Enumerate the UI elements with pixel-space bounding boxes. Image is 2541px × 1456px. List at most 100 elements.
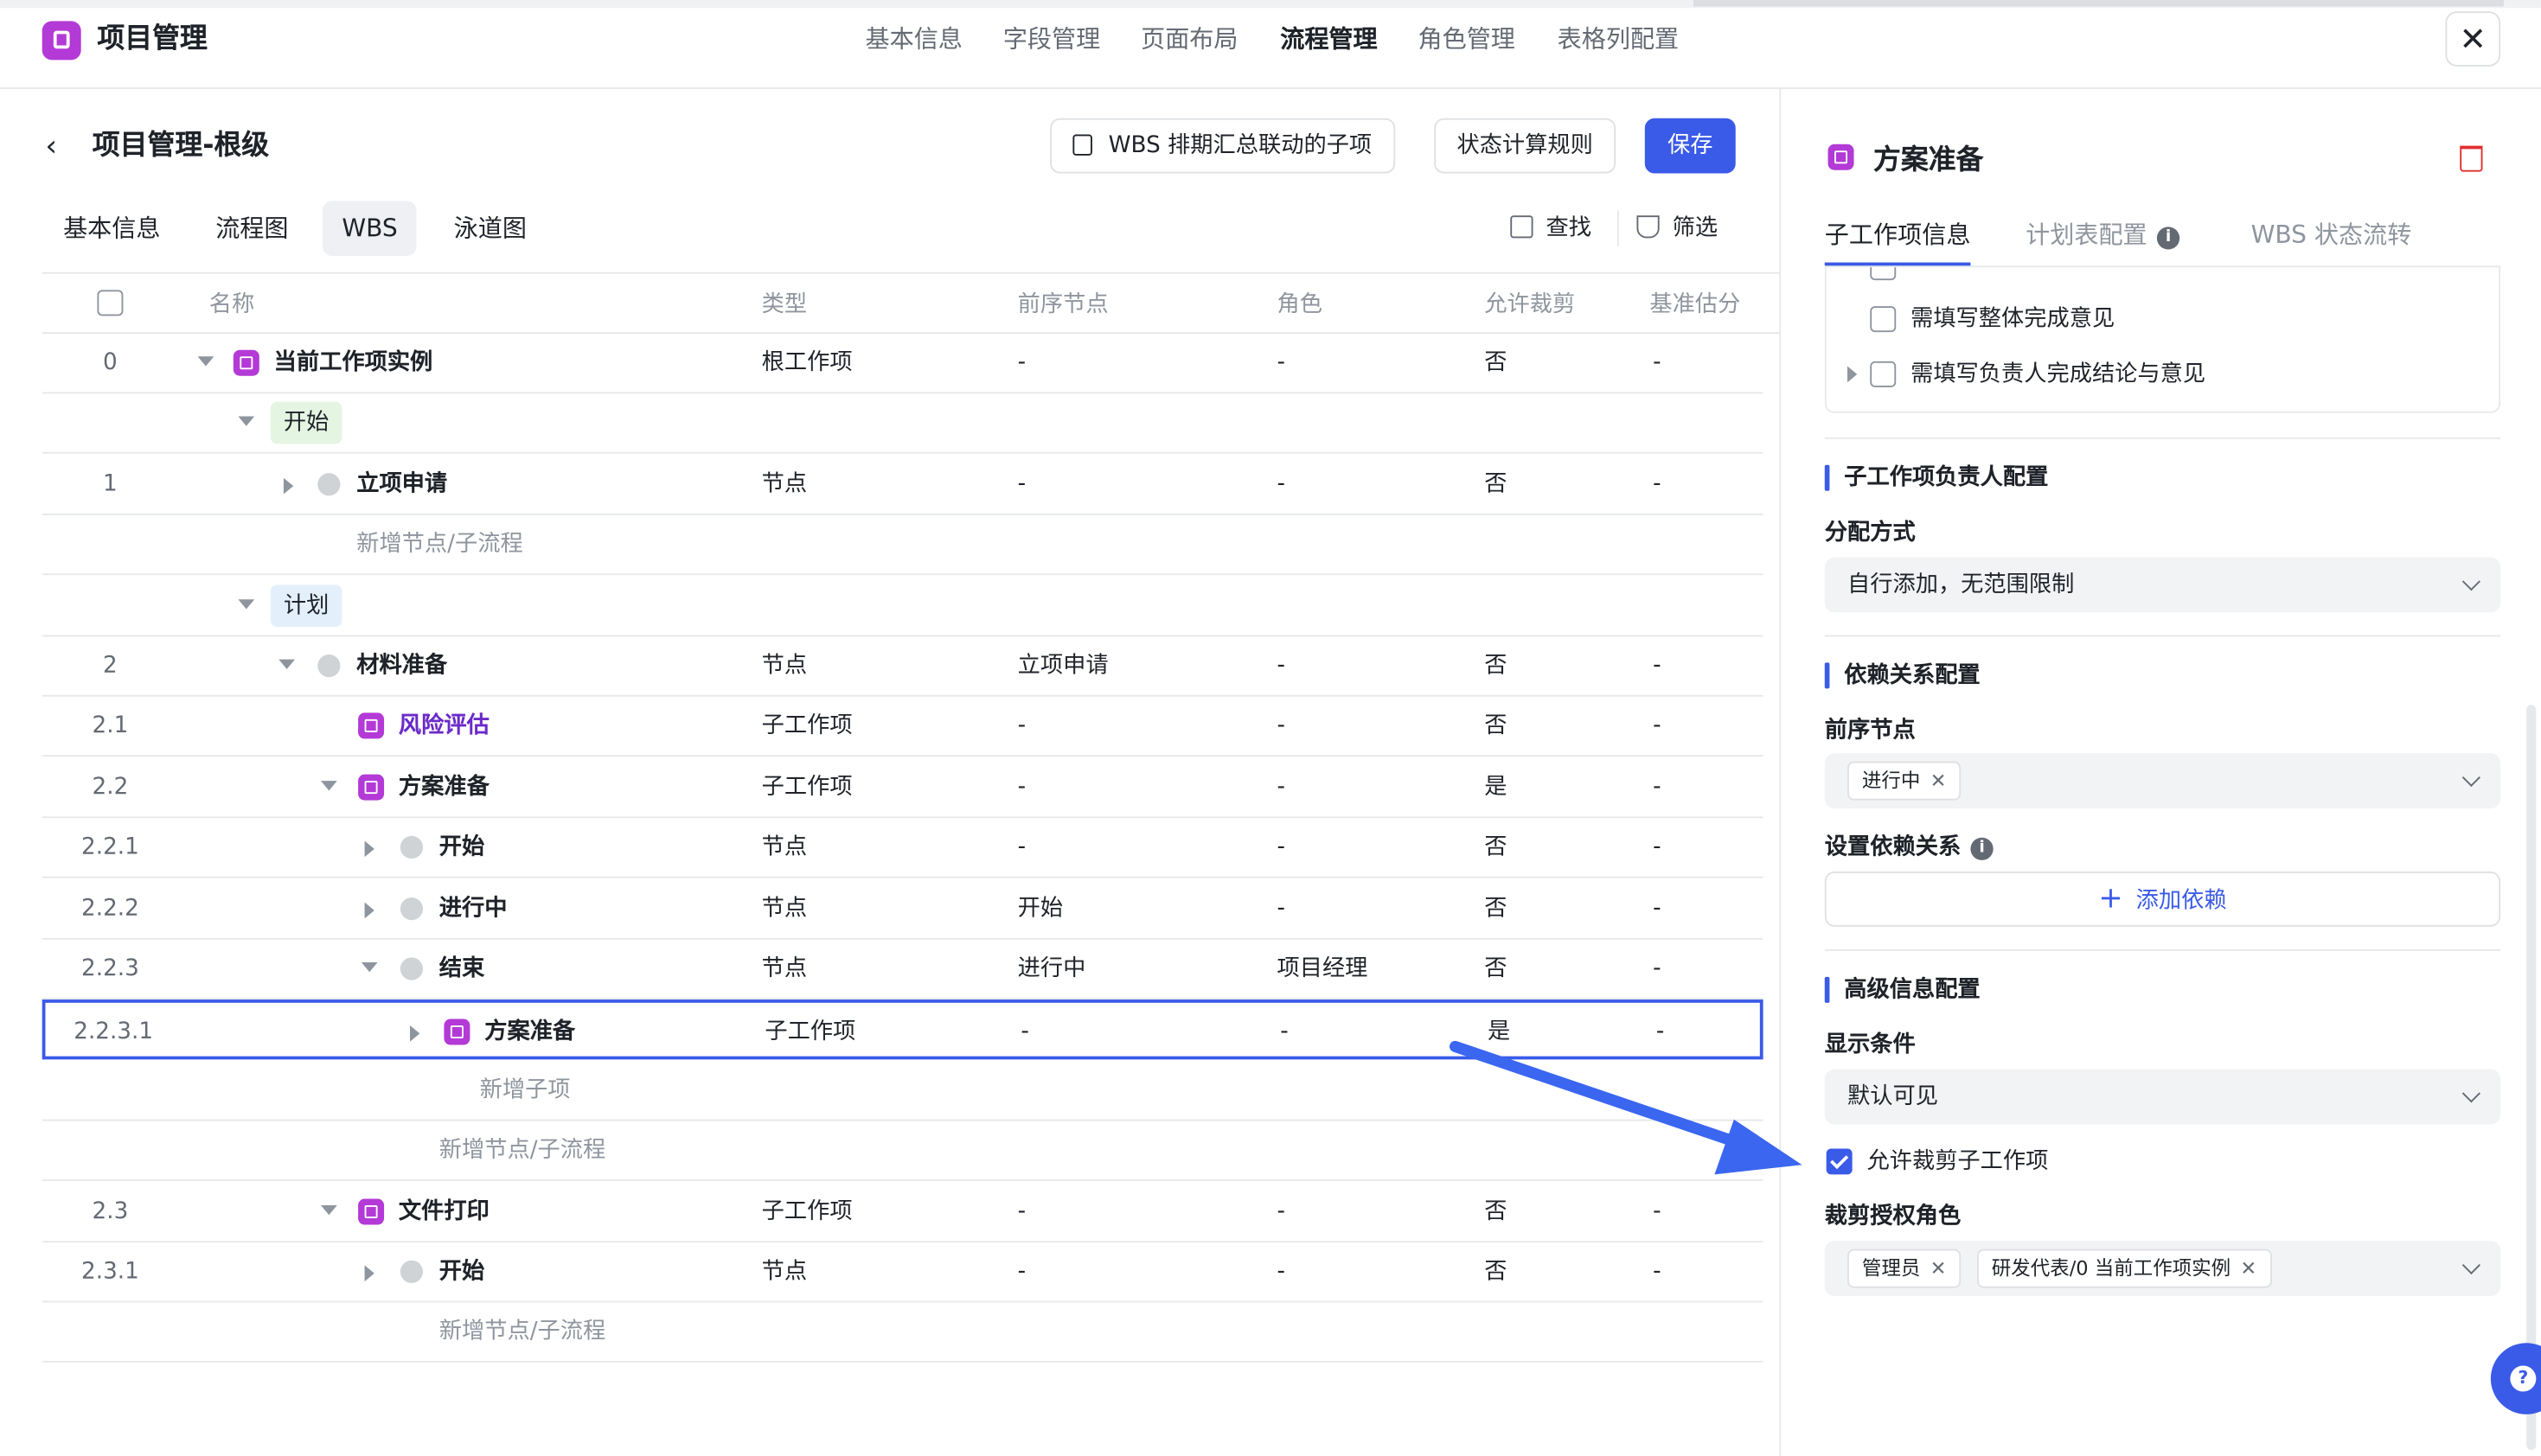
- allow-cut-checkbox[interactable]: [1826, 1148, 1853, 1175]
- item-name[interactable]: 文件打印: [399, 1195, 490, 1227]
- expand-icon[interactable]: [364, 840, 374, 858]
- node-status-icon: [400, 957, 424, 980]
- pre-node-select[interactable]: 进行中 ✕: [1824, 753, 2501, 808]
- cell-role: -: [1277, 1258, 1285, 1285]
- add-link[interactable]: 新增节点/子流程: [356, 528, 522, 560]
- add-link[interactable]: 新增子项: [480, 1074, 571, 1106]
- remove-icon[interactable]: ✕: [1930, 770, 1947, 792]
- link-icon: [1072, 134, 1092, 156]
- item-name[interactable]: 立项申请: [356, 468, 447, 500]
- nav-field-manage[interactable]: 字段管理: [1003, 19, 1100, 58]
- row-number: 2.2.2: [81, 895, 139, 922]
- assign-select[interactable]: 自行添加，无范围限制: [1824, 557, 2501, 613]
- item-name[interactable]: 结束: [439, 953, 484, 985]
- status-rule-button[interactable]: 状态计算规则: [1434, 118, 1616, 174]
- add-link[interactable]: 新增节点/子流程: [439, 1134, 605, 1166]
- nav-role-manage[interactable]: 角色管理: [1418, 19, 1514, 58]
- ptab-subitem-info[interactable]: 子工作项信息: [1825, 219, 1971, 251]
- ptab-wbs-status[interactable]: WBS 状态流转: [2251, 219, 2412, 251]
- item-name[interactable]: 当前工作项实例: [274, 347, 433, 379]
- scrollbar[interactable]: [2526, 705, 2537, 1450]
- item-name[interactable]: 开始: [439, 1255, 484, 1287]
- tab-swimlane[interactable]: 泳道图: [434, 201, 546, 256]
- col-type[interactable]: 类型: [762, 290, 807, 319]
- chip-admin[interactable]: 管理员 ✕: [1847, 1248, 1962, 1288]
- find-button[interactable]: 查找: [1510, 212, 1591, 244]
- divider: [1824, 948, 2501, 951]
- nav-table-columns[interactable]: 表格列配置: [1558, 19, 1680, 58]
- col-name[interactable]: 名称: [209, 290, 254, 319]
- chip-in-progress[interactable]: 进行中 ✕: [1847, 761, 1962, 801]
- workitem-icon: [358, 774, 385, 801]
- close-button[interactable]: ✕: [2445, 11, 2501, 67]
- collapse-icon[interactable]: [278, 659, 296, 669]
- table-row[interactable]: 2.2.1 开始 节点 - - 否 -: [42, 819, 1763, 878]
- item-name[interactable]: 材料准备: [356, 649, 447, 681]
- collapse-icon[interactable]: [238, 598, 255, 609]
- table-row[interactable]: 2.3 文件打印 子工作项 - - 否 -: [42, 1182, 1763, 1242]
- item-name[interactable]: 开始: [439, 832, 484, 864]
- add-row[interactable]: 新增节点/子流程: [42, 515, 1763, 576]
- delete-icon[interactable]: [2460, 145, 2483, 172]
- table-row[interactable]: 2.2.3 结束 节点 进行中 项目经理 否 -: [42, 940, 1763, 1000]
- chip-rd-rep[interactable]: 研发代表/0 当前工作项实例 ✕: [1976, 1248, 2272, 1288]
- collapse-icon[interactable]: [197, 356, 214, 367]
- collapse-icon[interactable]: [320, 1204, 337, 1215]
- table-row[interactable]: 0 当前工作项实例 根工作项 - - 否 -: [42, 334, 1763, 394]
- col-pre[interactable]: 前序节点: [1018, 290, 1109, 319]
- group-row[interactable]: 计划: [42, 576, 1763, 636]
- cut-role-select[interactable]: 管理员 ✕ 研发代表/0 当前工作项实例 ✕: [1824, 1241, 2501, 1296]
- table-row[interactable]: 2 材料准备 节点 立项申请 - 否 -: [42, 636, 1763, 697]
- add-row[interactable]: 新增节点/子流程: [42, 1303, 1763, 1363]
- collapse-icon[interactable]: [361, 961, 378, 973]
- select-all-checkbox[interactable]: [97, 290, 124, 316]
- save-button[interactable]: 保存: [1644, 118, 1736, 174]
- app-logo-icon: [42, 21, 81, 61]
- filter-button[interactable]: 筛选: [1636, 212, 1718, 244]
- add-dependency-button[interactable]: + 添加依赖: [1824, 872, 2501, 927]
- item-name[interactable]: 进行中: [439, 892, 508, 924]
- col-role[interactable]: 角色: [1277, 290, 1322, 319]
- page-title: 项目管理-根级: [92, 129, 270, 163]
- collapse-icon[interactable]: [238, 417, 255, 427]
- back-arrow-icon[interactable]: ‹: [45, 130, 56, 163]
- item-name[interactable]: 风险评估: [399, 710, 490, 742]
- checkbox-partial[interactable]: [1870, 267, 1897, 281]
- checkbox-overall-opinion[interactable]: [1870, 306, 1897, 333]
- remove-icon[interactable]: ✕: [2240, 1257, 2256, 1280]
- wbs-linked-button[interactable]: WBS 排期汇总联动的子项: [1050, 118, 1395, 174]
- nav-page-layout[interactable]: 页面布局: [1141, 19, 1238, 58]
- expand-icon[interactable]: [1847, 366, 1858, 383]
- collapse-icon[interactable]: [320, 780, 337, 790]
- expand-icon[interactable]: [283, 477, 294, 495]
- help-button[interactable]: ?: [2490, 1343, 2541, 1414]
- item-name[interactable]: 方案准备: [484, 1017, 575, 1049]
- checkbox-owner-conclusion[interactable]: [1870, 361, 1897, 387]
- col-cut[interactable]: 允许裁剪: [1484, 290, 1575, 319]
- col-score[interactable]: 基准估分: [1649, 290, 1740, 319]
- tab-flowchart[interactable]: 流程图: [196, 201, 308, 256]
- remove-icon[interactable]: ✕: [1930, 1257, 1947, 1280]
- workitem-icon: [1827, 144, 1854, 170]
- display-cond-select[interactable]: 默认可见: [1824, 1069, 2501, 1125]
- expand-icon[interactable]: [364, 901, 374, 918]
- cell-pre: 进行中: [1017, 955, 1086, 982]
- tab-wbs[interactable]: WBS: [322, 201, 418, 257]
- cell-role: -: [1277, 895, 1285, 922]
- expand-icon[interactable]: [364, 1265, 374, 1282]
- table-row[interactable]: 2.3.1 开始 节点 - - 否 -: [42, 1242, 1763, 1303]
- table-row[interactable]: 2.2.2 进行中 节点 开始 - 否 -: [42, 879, 1763, 939]
- expand-icon[interactable]: [410, 1025, 420, 1043]
- tab-basic-info[interactable]: 基本信息: [44, 201, 180, 256]
- table-row[interactable]: 2.1 风险评估 子工作项 - - 否 -: [42, 697, 1763, 757]
- table-row[interactable]: 2.2 方案准备 子工作项 - - 是 -: [42, 758, 1763, 818]
- node-status-icon: [400, 897, 424, 920]
- nav-flow-manage[interactable]: 流程管理: [1280, 19, 1377, 58]
- nav-basic-info[interactable]: 基本信息: [866, 19, 963, 58]
- table-row[interactable]: 1 立项申请 节点 - - 否 -: [42, 455, 1763, 515]
- ptab-plan-config[interactable]: 计划表配置 i: [2026, 219, 2180, 251]
- add-link[interactable]: 新增节点/子流程: [439, 1316, 605, 1348]
- chevron-down-icon: [2461, 1255, 2480, 1274]
- group-row[interactable]: 开始: [42, 394, 1763, 455]
- item-name[interactable]: 方案准备: [399, 771, 490, 803]
